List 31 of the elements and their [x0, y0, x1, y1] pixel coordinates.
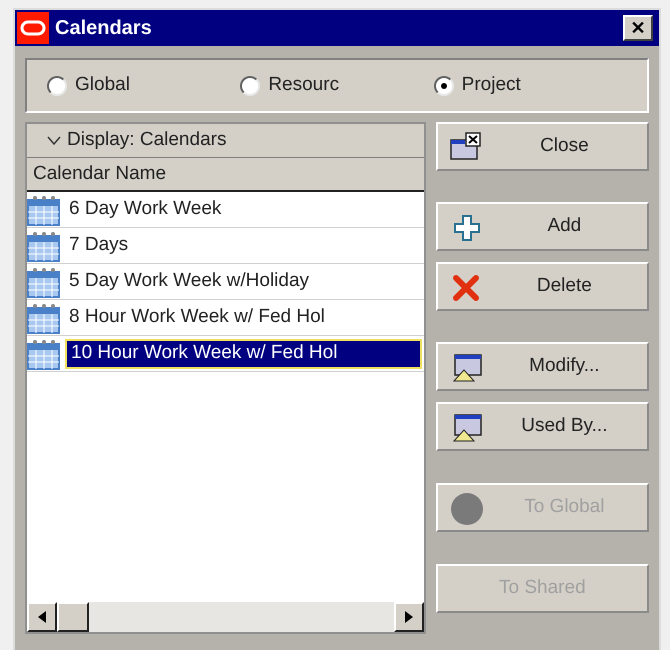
close-button[interactable]: ✕ [623, 15, 653, 41]
action-button[interactable]: Close [436, 122, 649, 171]
display-label: Display: Calendars [67, 128, 226, 152]
scope-radio[interactable]: Project [434, 71, 627, 100]
left-arrow-icon [38, 611, 46, 623]
display-header[interactable]: Display: Calendars [27, 124, 424, 158]
circle-icon [450, 492, 484, 526]
column-header[interactable]: Calendar Name [27, 158, 424, 192]
window-icon [452, 414, 482, 442]
window-title: Calendars [55, 16, 153, 41]
action-button[interactable]: Used By... [436, 402, 649, 451]
calendar-row[interactable]: 7 Days [65, 230, 424, 260]
scroll-left-button[interactable] [27, 602, 57, 632]
delete-x-icon [452, 274, 480, 302]
action-button[interactable]: Delete [436, 262, 649, 311]
calendar-row[interactable]: 8 Hour Work Week w/ Fed Hol [65, 302, 424, 332]
scroll-right-button[interactable] [394, 602, 424, 632]
calendar-row[interactable]: 6 Day Work Week [65, 194, 424, 224]
scope-radio[interactable]: Global [47, 71, 240, 100]
action-button[interactable]: Modify... [436, 342, 649, 391]
app-logo-icon [17, 12, 49, 44]
scope-radio[interactable]: Resourc [240, 71, 434, 100]
right-arrow-icon [404, 611, 413, 623]
plus-icon [454, 215, 480, 241]
calendar-row[interactable]: 10 Hour Work Week w/ Fed Hol [65, 338, 422, 368]
action-button[interactable]: Add [436, 202, 649, 251]
window-icon [452, 354, 482, 382]
chevron-down-icon [47, 136, 61, 146]
window-close-icon [450, 132, 482, 162]
calendar-row[interactable]: 5 Day Work Week w/Holiday [65, 266, 424, 296]
scroll-thumb[interactable] [57, 602, 89, 632]
